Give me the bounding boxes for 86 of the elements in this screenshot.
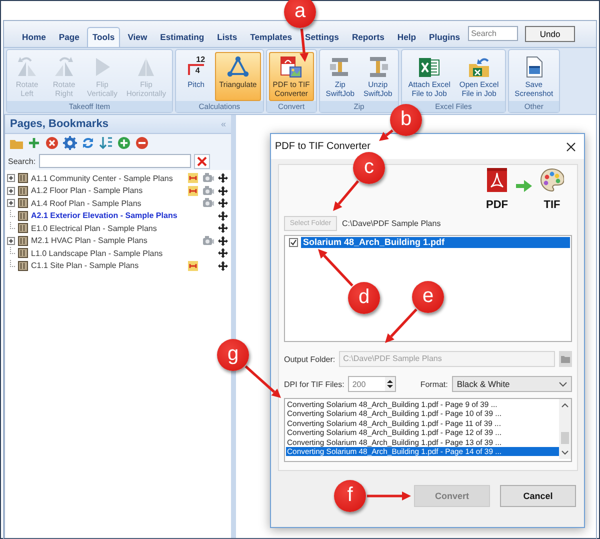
move-icon[interactable]	[218, 223, 228, 234]
ribbon-tab[interactable]: Reports	[346, 27, 390, 47]
expand-icon[interactable]	[7, 199, 15, 208]
ribbon-tab[interactable]: Home	[17, 27, 51, 47]
close-icon[interactable]	[566, 142, 576, 152]
ribbon-tab[interactable]: Help	[392, 27, 422, 47]
chevron-down-icon	[559, 382, 567, 386]
folder-icon	[561, 355, 570, 363]
page-item[interactable]: A1.4 Roof Plan - Sample Plans	[31, 198, 184, 208]
file-checkbox[interactable]	[289, 238, 298, 247]
move-icon[interactable]	[218, 173, 228, 184]
clear-icon[interactable]	[194, 154, 210, 168]
page-item[interactable]: E1.0 Electrical Plan - Sample Plans	[31, 224, 184, 233]
callout-arrow	[333, 180, 360, 211]
move-icon[interactable]	[218, 186, 228, 196]
page-icon	[18, 173, 28, 184]
delete-icon[interactable]	[45, 136, 59, 150]
format-dropdown[interactable]: Black & White	[452, 376, 572, 392]
format-label: PDF	[486, 199, 508, 211]
palette-icon	[540, 168, 564, 192]
move-icon[interactable]	[218, 236, 228, 246]
page-item[interactable]: A1.2 Floor Plan - Sample Plans	[31, 186, 184, 196]
rotate-left-icon	[15, 55, 39, 79]
search-field[interactable]	[38, 154, 191, 168]
rotate-right-icon	[52, 55, 76, 79]
settings-icon[interactable]	[63, 136, 77, 150]
callout-arrow	[318, 249, 354, 286]
page-icon	[18, 260, 28, 271]
pdf-file-icon	[279, 55, 304, 79]
page-item[interactable]: L1.0 Landscape Plan - Sample Plans	[31, 248, 184, 258]
page-icon	[18, 236, 28, 246]
ribbon-tab[interactable]: Templates	[245, 27, 298, 47]
page-item[interactable]: A1.1 Community Center - Sample Plans	[31, 174, 184, 183]
move-icon[interactable]	[218, 210, 228, 221]
page-icon	[18, 223, 28, 234]
dpi-spinner[interactable]: 200	[348, 376, 396, 392]
sort-icon[interactable]	[99, 136, 113, 150]
ribbon-tab[interactable]: Settings	[300, 27, 344, 47]
folder-spreadsheet-icon	[467, 55, 492, 79]
triangle-icon	[226, 55, 250, 79]
field-label: Output Folder:	[284, 354, 336, 364]
ribbon-tab[interactable]: Estimating	[155, 27, 210, 47]
refresh-icon[interactable]	[81, 136, 95, 150]
undo-button[interactable]: Undo	[525, 26, 576, 42]
callout-arrow	[385, 308, 418, 343]
ribbon-tab[interactable]: View	[122, 27, 152, 47]
pitch-run-text: 4	[188, 64, 204, 75]
expand-icon[interactable]	[7, 174, 15, 182]
page-item[interactable]: A2.1 Exterior Elevation - Sample Plans	[31, 211, 184, 220]
page-item[interactable]: M2.1 HVAC Plan - Sample Plans	[31, 236, 184, 246]
callout-arrow	[367, 492, 411, 500]
move-icon[interactable]	[218, 248, 228, 258]
add-icon[interactable]	[27, 136, 41, 150]
page-item[interactable]: C1.1 Site Plan - Sample Plans	[31, 261, 184, 270]
remove-circle-icon[interactable]	[135, 136, 149, 150]
callout-arrow	[379, 129, 394, 141]
ribbon-tab[interactable]: Plugins	[424, 27, 466, 47]
move-icon[interactable]	[218, 260, 228, 271]
format-label: TIF	[544, 199, 560, 211]
ribbon-tab[interactable]: Page	[54, 27, 84, 47]
expand-icon[interactable]	[7, 236, 15, 245]
page-icon	[18, 248, 28, 258]
move-icon[interactable]	[218, 198, 228, 208]
dialog-button[interactable]: Cancel	[500, 485, 576, 507]
callout-arrow	[244, 365, 281, 398]
page-icon	[18, 198, 28, 208]
folder-path: C:\Dave\PDF Sample Plans	[342, 219, 441, 228]
page-icon	[18, 210, 28, 221]
add-circle-icon[interactable]	[117, 136, 131, 150]
scrollbar[interactable]	[559, 399, 571, 459]
dialog-title: PDF to TIF Converter	[275, 141, 370, 152]
spin-arrows-icon	[385, 377, 396, 391]
ribbon-tab[interactable]: Lists	[212, 27, 242, 47]
page-icon	[18, 186, 28, 196]
field-label: Format:	[420, 380, 448, 388]
search-field[interactable]: Search	[468, 26, 518, 41]
ribbon-tab[interactable]: Tools	[87, 27, 120, 47]
pdf-file-icon	[487, 168, 507, 192]
arrow-right-icon	[516, 180, 532, 192]
file-name[interactable]: Solarium 48_Arch_Building 1.pdf	[301, 237, 570, 248]
pitch-rise-text: 12	[196, 55, 206, 64]
field-label: DPI for TIF Files:	[284, 380, 344, 388]
search-label: Search:	[8, 156, 36, 166]
expand-icon[interactable]	[7, 186, 15, 195]
panel-title: Pages, Bookmarks	[10, 118, 108, 130]
spreadsheet-icon	[417, 55, 442, 79]
